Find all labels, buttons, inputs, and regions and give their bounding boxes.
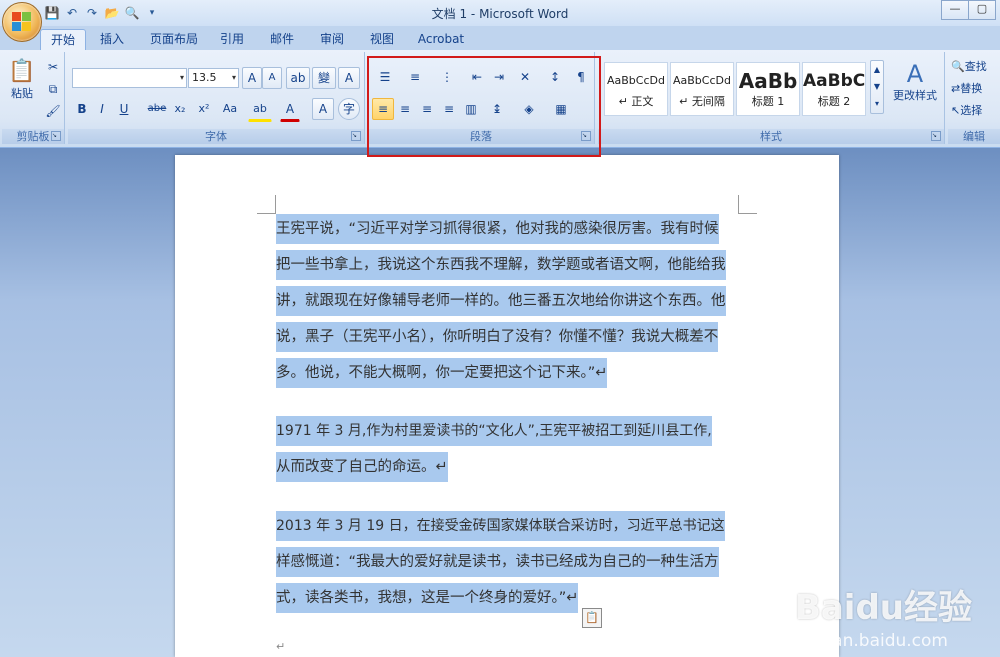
margin-corner xyxy=(738,195,757,214)
style-heading-2[interactable]: AaBbC 标题 2 xyxy=(802,62,866,116)
chevron-down-icon[interactable]: ▾ xyxy=(180,69,184,87)
tab-mailings[interactable]: 邮件 xyxy=(264,29,300,50)
clipboard-group: 📋 粘贴 ✂ ⧉ 🖌 剪贴板 ↘ xyxy=(2,52,65,144)
office-button[interactable] xyxy=(2,2,42,42)
editing-group-label: 编辑 xyxy=(948,129,1000,144)
shrink-font-button[interactable]: A xyxy=(262,67,282,89)
underline-button[interactable]: U xyxy=(114,98,134,120)
char-border-icon[interactable]: A xyxy=(338,67,360,89)
font-group: ▾ 13.5 ▾ A A ab 變 A B I U abe x₂ x² Aa ab… xyxy=(68,52,365,144)
text-line: 把一些书拿上，我说这个东西我不理解，数学题或者语文啊，他能给我 xyxy=(276,247,740,283)
clear-format-icon[interactable]: ab xyxy=(286,67,310,89)
strikethrough-button[interactable]: abe xyxy=(144,98,170,120)
paste-button[interactable]: 📋 粘贴 xyxy=(4,56,40,114)
paste-icon: 📋 xyxy=(8,59,36,84)
italic-button[interactable]: I xyxy=(92,98,112,120)
text-line: 样感慨道：“我最大的爱好就是读书，读书已经成为自己的一种生活方 xyxy=(276,544,740,580)
restore-button[interactable]: ▢ xyxy=(968,0,996,20)
text-line: 2013 年 3 月 19 日，在接受金砖国家媒体联合采访时，习近平总书记这 xyxy=(276,508,740,544)
font-color-button[interactable]: A xyxy=(280,98,300,122)
text-line: 多。他说，不能大概啊，你一定要把这个记下来。”↵ xyxy=(276,355,740,391)
margin-corner xyxy=(257,195,276,214)
office-logo-icon xyxy=(12,12,32,32)
change-case-button[interactable]: Aa xyxy=(216,98,244,120)
baidu-watermark: Baidu经验 xyxy=(794,588,972,628)
replace-button[interactable]: ⇄替换 xyxy=(950,78,1000,100)
style-normal[interactable]: AaBbCcDd ↵ 正文 xyxy=(604,62,668,116)
grow-font-button[interactable]: A xyxy=(242,67,262,89)
baidu-watermark-url: jingyan.baidu.com xyxy=(791,631,948,651)
clipboard-launcher-icon[interactable]: ↘ xyxy=(51,131,61,141)
tab-references[interactable]: 引用 xyxy=(214,29,250,50)
format-painter-icon[interactable]: 🖌 xyxy=(42,100,64,122)
find-icon: 🔍 xyxy=(951,60,965,73)
paragraph-group-highlight xyxy=(367,56,601,157)
ribbon-tabs: 开始 插入 页面布局 引用 邮件 审阅 视图 Acrobat xyxy=(0,26,1000,51)
style-no-spacing[interactable]: AaBbCcDd ↵ 无间隔 xyxy=(670,62,734,116)
font-launcher-icon[interactable]: ↘ xyxy=(351,131,361,141)
font-name-combo[interactable]: ▾ xyxy=(72,68,187,88)
highlight-button[interactable]: ab xyxy=(248,98,272,122)
bold-button[interactable]: B xyxy=(72,98,92,120)
paragraph-3[interactable]: 2013 年 3 月 19 日，在接受金砖国家媒体联合采访时，习近平总书记这 样… xyxy=(276,508,740,616)
subscript-button[interactable]: x₂ xyxy=(170,98,190,120)
char-shading-icon[interactable]: A xyxy=(312,98,334,120)
superscript-button[interactable]: x² xyxy=(194,98,214,120)
title-bar: 💾 ↶ ↷ 📂 🔍 ▾ 文档 1 - Microsoft Word — ▢ xyxy=(0,0,1000,26)
styles-group: AaBbCcDd ↵ 正文 AaBbCcDd ↵ 无间隔 AaBb 标题 1 A… xyxy=(598,52,945,144)
minimize-button[interactable]: — xyxy=(941,0,969,20)
window-controls: — ▢ xyxy=(941,0,996,20)
change-styles-button[interactable]: A 更改样式 xyxy=(888,58,942,114)
cut-icon[interactable]: ✂ xyxy=(42,56,64,78)
tab-insert[interactable]: 插入 xyxy=(92,29,132,50)
paste-options-icon[interactable]: 📋 xyxy=(582,608,602,628)
phonetic-guide-icon[interactable]: 變 xyxy=(312,67,336,89)
tab-acrobat[interactable]: Acrobat xyxy=(414,29,468,50)
change-styles-icon: A xyxy=(906,60,924,88)
replace-icon: ⇄ xyxy=(951,82,961,95)
style-heading-1[interactable]: AaBb 标题 1 xyxy=(736,62,800,116)
text-line: 王宪平说，“习近平对学习抓得很紧，他对我的感染很厉害。我有时候 xyxy=(276,211,740,247)
editing-group: 🔍查找 ⇄替换 ↖选择 编辑 xyxy=(948,52,1000,144)
copy-icon[interactable]: ⧉ xyxy=(42,78,64,100)
select-button[interactable]: ↖选择 xyxy=(950,100,1000,122)
paragraph-1[interactable]: 王宪平说，“习近平对学习抓得很紧，他对我的感染很厉害。我有时候 把一些书拿上，我… xyxy=(276,211,740,391)
chevron-down-icon[interactable]: ▾ xyxy=(232,69,236,87)
text-line: 式，读各类书，我想，这是一个终身的爱好。”↵ xyxy=(276,580,740,616)
window-title: 文档 1 - Microsoft Word xyxy=(431,7,569,21)
tab-home[interactable]: 开始 xyxy=(40,29,86,51)
tab-review[interactable]: 审阅 xyxy=(314,29,350,50)
select-icon: ↖ xyxy=(951,104,961,117)
paragraph-mark: ↵ xyxy=(276,640,286,653)
font-size-combo[interactable]: 13.5 ▾ xyxy=(188,68,239,88)
tab-view[interactable]: 视图 xyxy=(364,29,400,50)
tab-page-layout[interactable]: 页面布局 xyxy=(146,29,202,50)
styles-group-label: 样式 xyxy=(598,129,944,144)
text-line: 1971 年 3 月,作为村里爱读书的“文化人”,王宪平被招工到延川县工作, xyxy=(276,413,740,449)
find-button[interactable]: 🔍查找 xyxy=(950,56,1000,78)
font-group-label: 字体 xyxy=(68,129,364,144)
enclose-char-icon[interactable]: 字 xyxy=(338,98,360,120)
text-line: 讲，就跟现在好像辅导老师一样的。他三番五次地给你讲这个东西。他 xyxy=(276,283,740,319)
text-line: 从而改变了自己的命运。↵ xyxy=(276,449,740,485)
styles-scroll[interactable]: ▲ ▼ ▾ xyxy=(870,60,884,114)
styles-launcher-icon[interactable]: ↘ xyxy=(931,131,941,141)
text-line: 说，黑子（王宪平小名），你听明白了没有？你懂不懂？我说大概差不 xyxy=(276,319,740,355)
paragraph-2[interactable]: 1971 年 3 月,作为村里爱读书的“文化人”,王宪平被招工到延川县工作, 从… xyxy=(276,413,740,485)
